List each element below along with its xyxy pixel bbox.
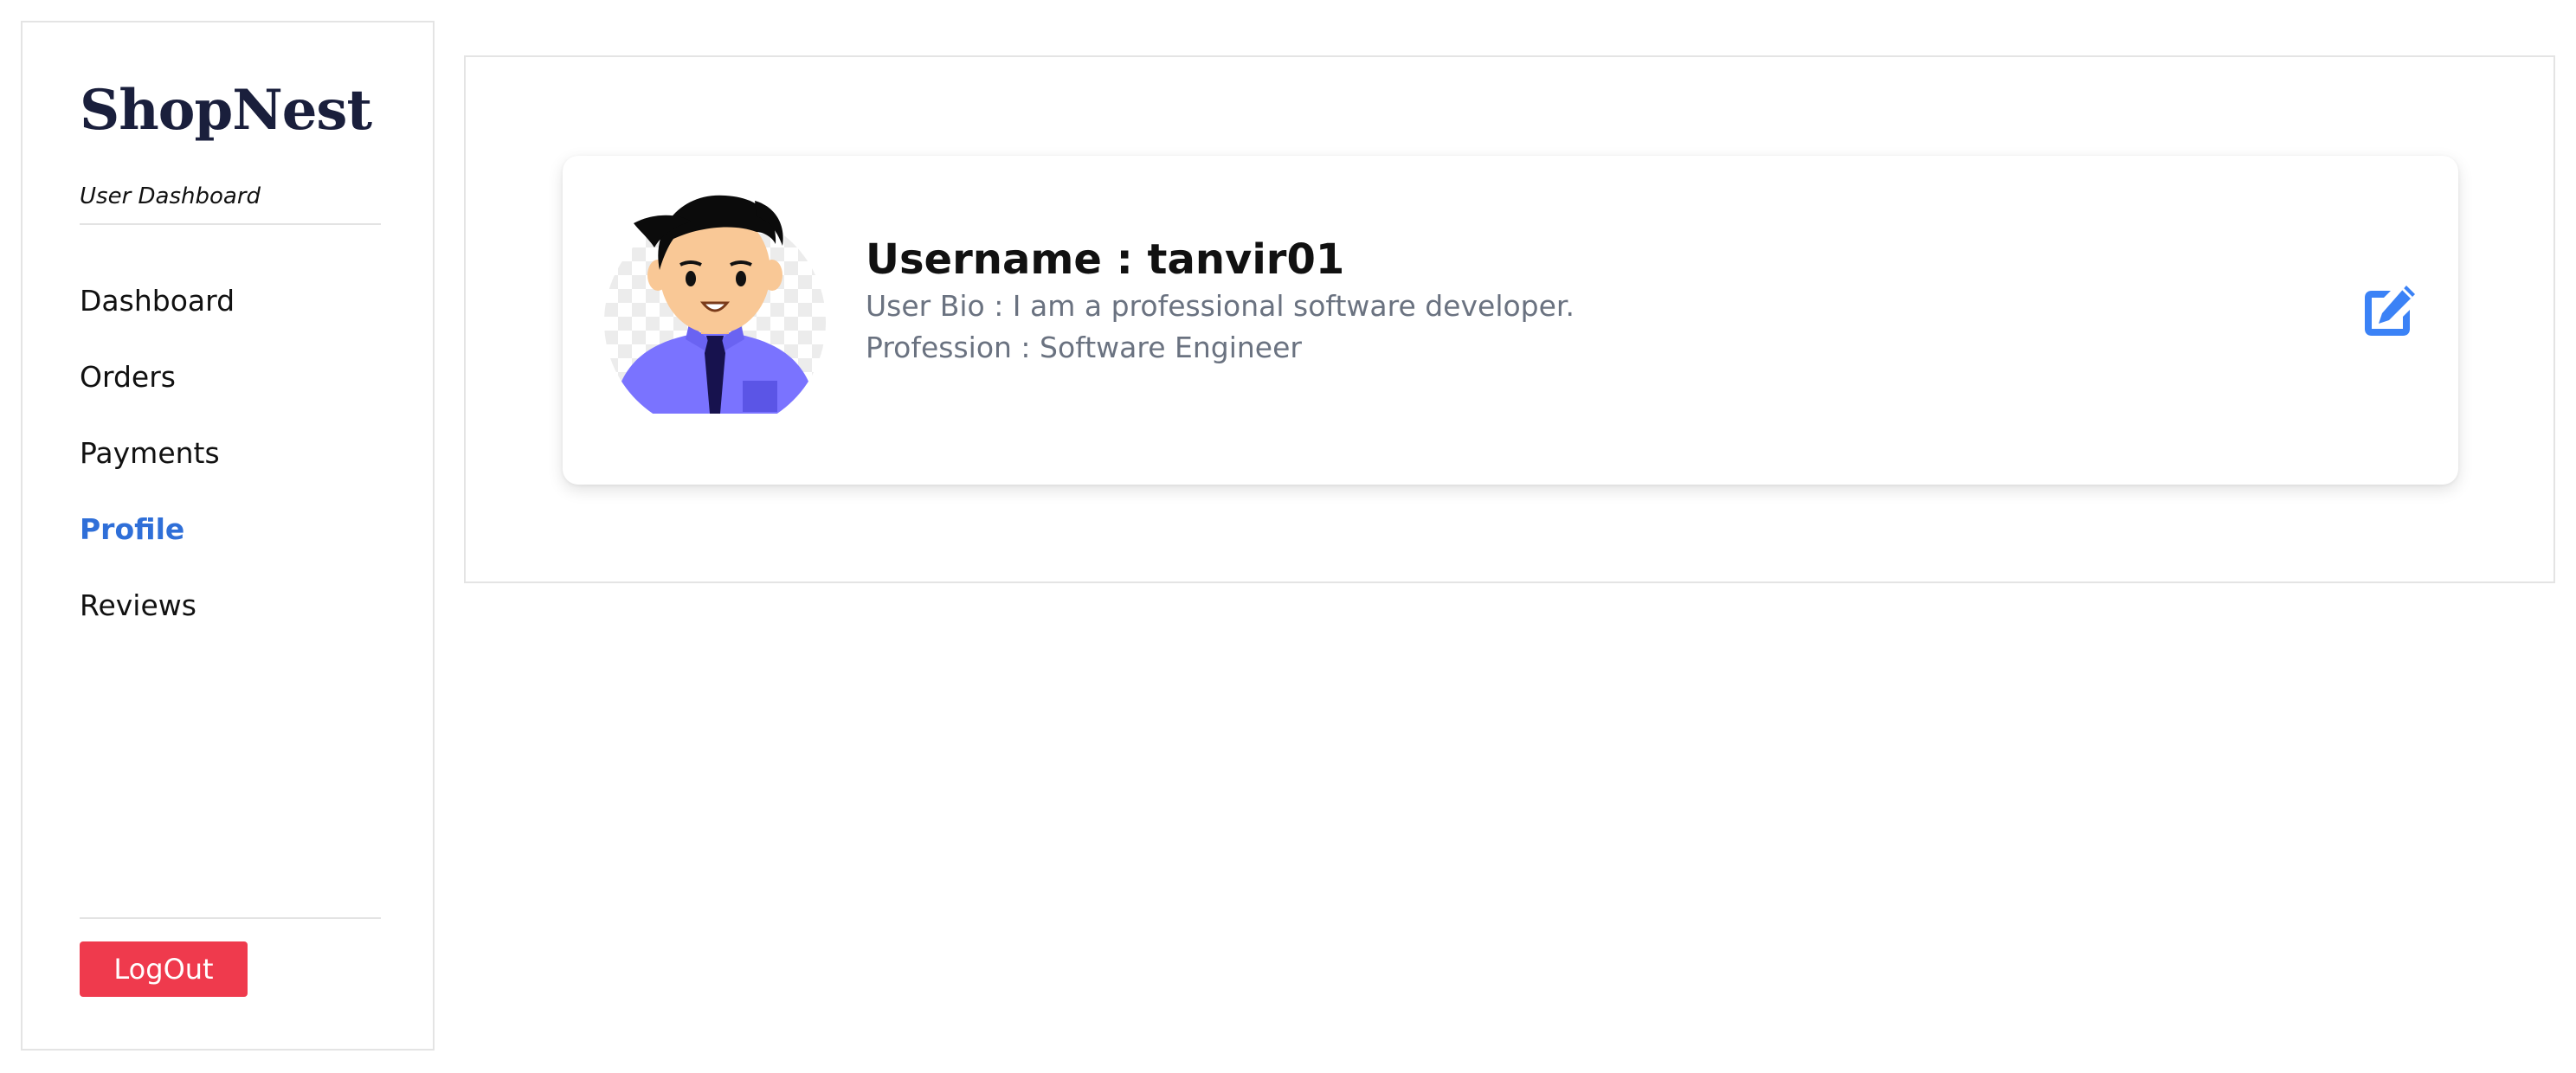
profile-username: Username : tanvir01 (866, 235, 1345, 284)
edit-profile-button[interactable] (2361, 282, 2418, 339)
user-avatar-icon (604, 192, 826, 433)
sidebar-item-dashboard[interactable]: Dashboard (80, 258, 235, 334)
sidebar: ShopNest User Dashboard Dashboard Orders… (21, 21, 435, 1051)
sidebar-item-profile[interactable]: Profile (80, 486, 235, 562)
edit-icon (2365, 286, 2415, 336)
profile-card: Username : tanvir01 User Bio : I am a pr… (563, 156, 2458, 485)
sidebar-nav: Dashboard Orders Payments Profile Review… (80, 258, 235, 639)
sidebar-divider-bottom (80, 917, 381, 919)
sidebar-item-orders[interactable]: Orders (80, 334, 235, 410)
profile-info: Username : tanvir01 User Bio : I am a pr… (866, 235, 1575, 369)
sidebar-divider-top (80, 223, 381, 225)
profile-bio: User Bio : I am a professional software … (866, 288, 1575, 323)
brand-subtitle: User Dashboard (80, 183, 261, 209)
profile-profession: Profession : Software Engineer (866, 330, 1302, 364)
app-root: ShopNest User Dashboard Dashboard Orders… (0, 0, 2576, 1073)
sidebar-item-reviews[interactable]: Reviews (80, 562, 235, 639)
sidebar-item-payments[interactable]: Payments (80, 410, 235, 486)
main-panel: Username : tanvir01 User Bio : I am a pr… (464, 55, 2555, 583)
brand-logo[interactable]: ShopNest (80, 83, 372, 138)
logout-button[interactable]: LogOut (80, 941, 248, 997)
